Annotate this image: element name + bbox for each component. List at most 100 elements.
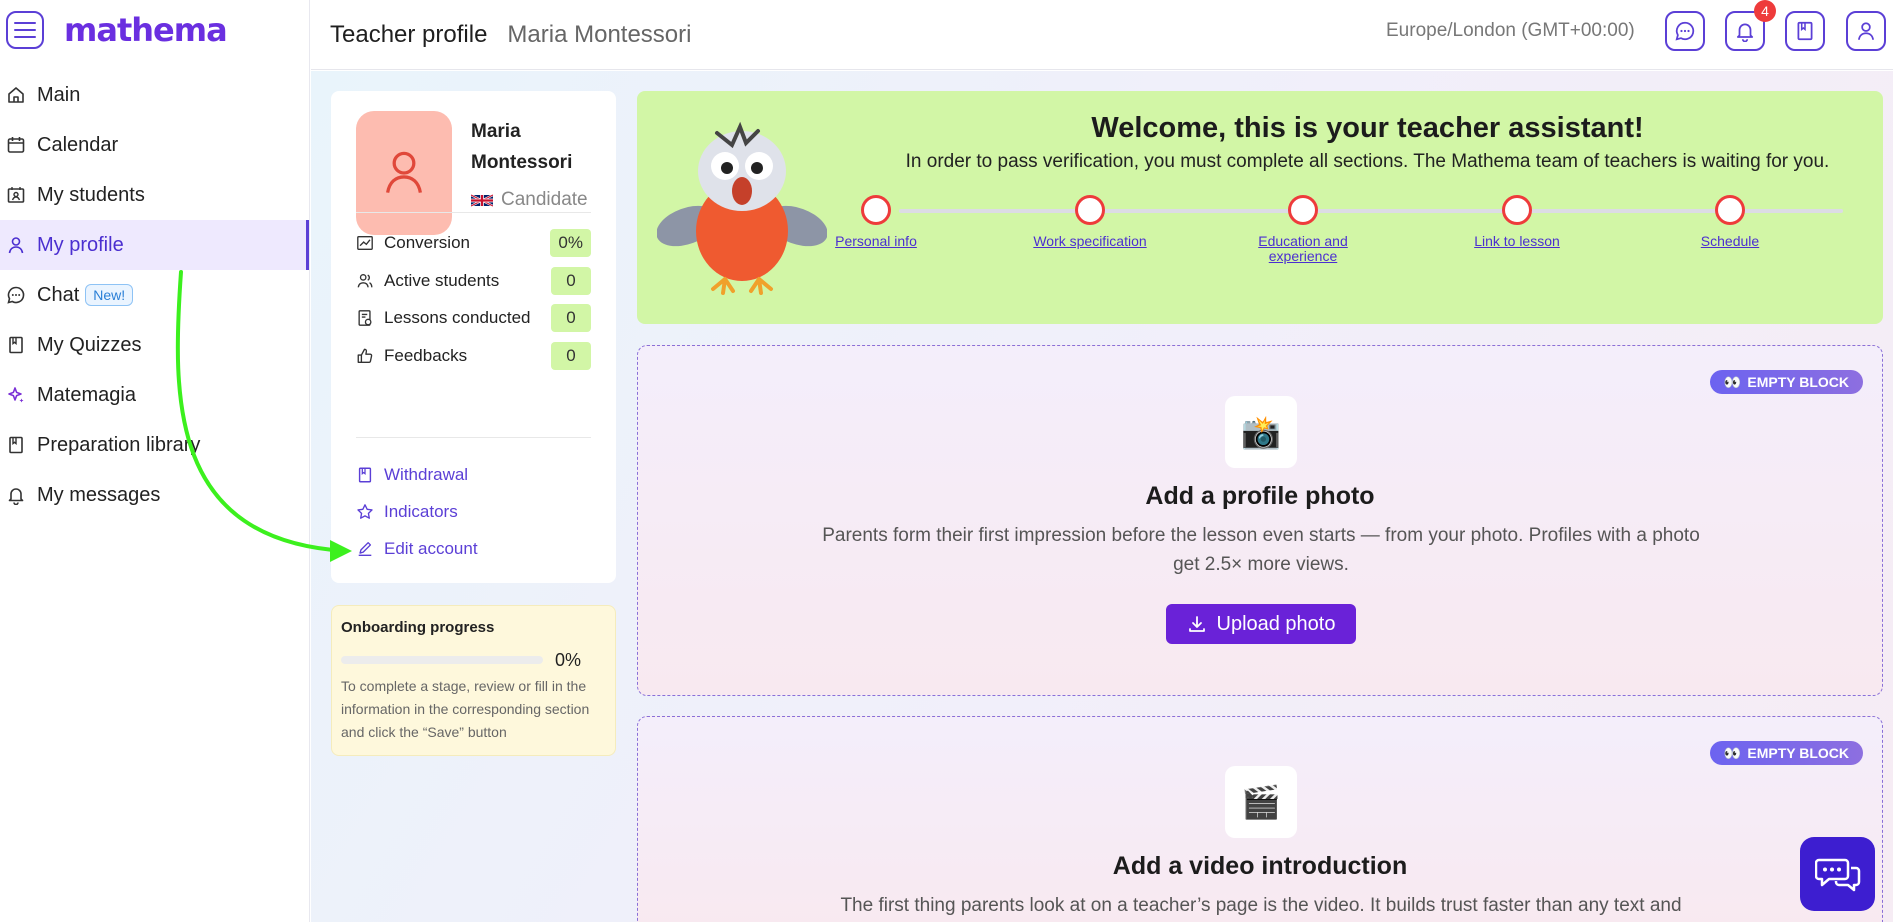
bell-icon bbox=[1736, 23, 1754, 42]
block-description: The first thing parents look at on a tea… bbox=[840, 895, 1682, 916]
timezone-display[interactable]: Europe/London (GMT+00:00) bbox=[1386, 20, 1635, 42]
step-label[interactable]: Personal info bbox=[811, 234, 941, 249]
logo-row: mathema bbox=[0, 0, 309, 60]
stat-label: Conversion bbox=[384, 233, 470, 252]
step-education-experience[interactable]: Education and experience bbox=[1238, 195, 1368, 264]
sidebar-item-my-profile[interactable]: My profile bbox=[0, 220, 309, 270]
step-label[interactable]: Work specification bbox=[1025, 234, 1155, 249]
library-button[interactable] bbox=[1785, 11, 1825, 51]
welcome-banner: Welcome, this is your teacher assistant!… bbox=[637, 91, 1883, 324]
onboarding-title: Onboarding progress bbox=[341, 619, 495, 636]
step-label[interactable]: Education and experience bbox=[1253, 234, 1353, 264]
book-icon bbox=[358, 467, 372, 483]
stat-value: 0 bbox=[551, 304, 591, 332]
sidebar-item-label: My Quizzes bbox=[37, 333, 142, 356]
edit-account-link[interactable]: Edit account bbox=[356, 539, 478, 559]
step-label[interactable]: Schedule bbox=[1665, 234, 1795, 249]
students-icon bbox=[7, 187, 25, 203]
users-icon bbox=[357, 274, 373, 288]
empty-block-badge: 👀 EMPTY BLOCK bbox=[1709, 370, 1863, 394]
step-circle bbox=[1502, 195, 1532, 225]
page-title: Teacher profile bbox=[330, 20, 488, 48]
user-menu-button[interactable] bbox=[1846, 11, 1886, 51]
step-circle bbox=[861, 195, 891, 225]
step-schedule[interactable]: Schedule bbox=[1665, 195, 1795, 249]
pencil-icon bbox=[358, 542, 372, 556]
withdrawal-link[interactable]: Withdrawal bbox=[356, 465, 468, 485]
sidebar-item-label: Main bbox=[37, 83, 81, 106]
onboarding-percent: 0% bbox=[555, 650, 582, 670]
stat-value: 0 bbox=[551, 267, 591, 295]
menu-toggle-button[interactable] bbox=[6, 11, 44, 49]
step-circle bbox=[1075, 195, 1105, 225]
sidebar-item-label: Calendar bbox=[37, 133, 119, 156]
sidebar-item-my-quizzes[interactable]: My Quizzes bbox=[0, 320, 309, 370]
step-link-to-lesson[interactable]: Link to lesson bbox=[1452, 195, 1582, 249]
step-personal-info[interactable]: Personal info bbox=[811, 195, 941, 249]
stat-lessons-conducted: Lessons conducted 0 bbox=[356, 304, 591, 332]
sidebar: mathema Main Calendar My students My pro… bbox=[0, 0, 310, 922]
stat-value: 0 bbox=[551, 342, 591, 370]
hamburger-icon bbox=[14, 22, 36, 38]
user-icon bbox=[1857, 22, 1875, 40]
indicators-link[interactable]: Indicators bbox=[356, 502, 458, 522]
download-icon bbox=[1188, 616, 1205, 632]
onboarding-progress-card: Onboarding progress 0% To complete a sta… bbox=[331, 605, 616, 756]
onboarding-progress-bar bbox=[341, 656, 543, 664]
sidebar-item-my-messages[interactable]: My messages bbox=[0, 470, 309, 520]
sidebar-item-matemagia[interactable]: Matemagia bbox=[0, 370, 309, 420]
step-work-specification[interactable]: Work specification bbox=[1025, 195, 1155, 249]
sidebar-item-my-students[interactable]: My students bbox=[0, 170, 309, 220]
thumbs-up-icon bbox=[357, 348, 373, 363]
profile-name: Maria Montessori bbox=[471, 121, 573, 173]
stat-feedbacks: Feedbacks 0 bbox=[356, 342, 591, 370]
badge-label: EMPTY BLOCK bbox=[1747, 745, 1849, 761]
user-icon bbox=[386, 151, 422, 193]
link-label: Withdrawal bbox=[384, 465, 469, 484]
chat-button[interactable] bbox=[1665, 11, 1705, 51]
step-circle bbox=[1715, 195, 1745, 225]
sidebar-item-main[interactable]: Main bbox=[0, 70, 309, 120]
new-badge: New! bbox=[85, 284, 134, 306]
logo[interactable]: mathema bbox=[64, 11, 228, 49]
link-label: Edit account bbox=[384, 539, 478, 558]
eyes-icon: 👀 bbox=[1723, 373, 1742, 390]
link-label: Indicators bbox=[384, 502, 458, 521]
bell-icon bbox=[8, 488, 24, 505]
stat-conversion: Conversion 0% bbox=[356, 229, 591, 257]
video-intro-block: 👀 EMPTY BLOCK 🎬 Add a video introduction… bbox=[637, 716, 1883, 922]
clapperboard-icon: 🎬 bbox=[1225, 766, 1297, 838]
sidebar-item-label: My messages bbox=[37, 483, 161, 506]
upload-photo-button[interactable]: Upload photo bbox=[1166, 604, 1356, 644]
sidebar-item-preparation-library[interactable]: Preparation library bbox=[0, 420, 309, 470]
book-icon bbox=[9, 336, 23, 354]
step-label[interactable]: Link to lesson bbox=[1452, 234, 1582, 249]
support-chat-button[interactable] bbox=[1800, 837, 1875, 911]
welcome-subtitle: In order to pass verification, you must … bbox=[905, 151, 1830, 172]
step-circle bbox=[1288, 195, 1318, 225]
status-label: Candidate bbox=[501, 189, 588, 210]
profile-status: Candidate bbox=[471, 189, 588, 211]
sidebar-item-label: My students bbox=[37, 183, 145, 206]
stat-value: 0% bbox=[550, 229, 591, 257]
chat-icon bbox=[1675, 21, 1695, 41]
sidebar-item-calendar[interactable]: Calendar bbox=[0, 120, 309, 170]
divider bbox=[356, 437, 591, 438]
user-icon bbox=[8, 237, 24, 254]
sidebar-item-label: My profile bbox=[37, 233, 124, 256]
empty-block-badge: 👀 EMPTY BLOCK bbox=[1709, 741, 1863, 765]
notification-count-badge: 4 bbox=[1754, 0, 1776, 22]
onboarding-description: To complete a stage, review or fill in t… bbox=[341, 678, 590, 740]
teacher-name: Maria Montessori bbox=[507, 20, 692, 48]
sidebar-item-chat[interactable]: Chat New! bbox=[0, 270, 309, 320]
divider bbox=[356, 212, 591, 213]
home-icon bbox=[8, 87, 24, 103]
avatar[interactable] bbox=[356, 111, 452, 235]
stat-label: Active students bbox=[384, 271, 500, 290]
stat-label: Feedbacks bbox=[384, 346, 468, 365]
block-title: Add a profile photo bbox=[1145, 482, 1375, 510]
chat-bubbles-icon bbox=[1814, 858, 1860, 892]
sidebar-item-label: Matemagia bbox=[37, 383, 136, 406]
uk-flag-icon bbox=[471, 193, 493, 207]
sidebar-item-label: Chat bbox=[37, 283, 80, 306]
